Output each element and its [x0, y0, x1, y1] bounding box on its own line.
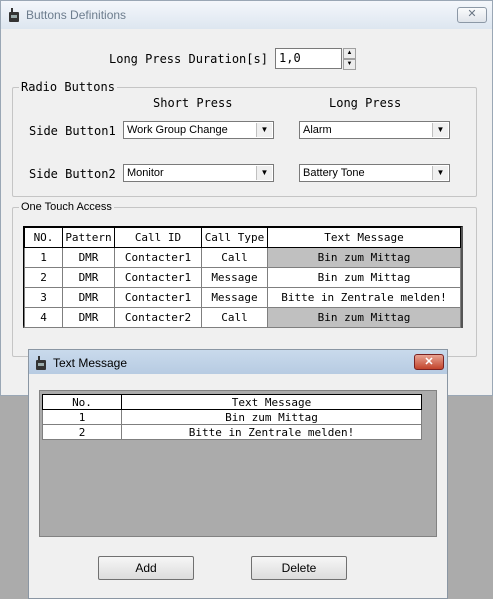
- table-row[interactable]: 1 Bin zum Mittag: [42, 409, 422, 425]
- buttons-definitions-window: Buttons Definitions ✕ Long Press Duratio…: [0, 0, 493, 396]
- column-header-call-id[interactable]: Call ID: [114, 227, 202, 248]
- side-button1-short-select[interactable]: Work Group Change ▼: [123, 121, 274, 139]
- side-button2-short-value: Monitor: [127, 167, 164, 179]
- row-text-message[interactable]: Bin zum Mittag: [267, 247, 461, 268]
- row-pattern[interactable]: DMR: [62, 307, 115, 328]
- row-text-message[interactable]: Bin zum Mittag: [121, 409, 422, 425]
- row-call-type[interactable]: Message: [201, 267, 268, 288]
- chevron-down-icon[interactable]: ▼: [432, 166, 448, 180]
- row-pattern[interactable]: DMR: [62, 287, 115, 308]
- table-row[interactable]: 4 DMR Contacter2 Call Bin zum Mittag: [24, 307, 461, 328]
- spin-down-button[interactable]: ▼: [343, 59, 356, 70]
- text-message-table: No. Text Message 1 Bin zum Mittag 2 Bitt…: [42, 394, 422, 440]
- long-press-header: Long Press: [329, 96, 402, 110]
- row-text-message[interactable]: Bitte in Zentrale melden!: [267, 287, 461, 308]
- long-press-duration-input[interactable]: 1,0: [275, 48, 342, 69]
- row-no[interactable]: 4: [24, 307, 63, 328]
- one-touch-access-group-title: One Touch Access: [19, 201, 114, 213]
- close-icon[interactable]: ✕: [457, 7, 487, 23]
- one-touch-table-frame: NO. Pattern Call ID Call Type Text Messa…: [23, 226, 463, 328]
- column-header-text-message[interactable]: Text Message: [121, 394, 422, 410]
- column-header-call-type[interactable]: Call Type: [201, 227, 268, 248]
- row-no[interactable]: 2: [24, 267, 63, 288]
- main-titlebar: Buttons Definitions ✕: [1, 1, 492, 29]
- row-no[interactable]: 2: [42, 424, 122, 440]
- table-header-row: No. Text Message: [42, 394, 422, 410]
- table-row[interactable]: 2 DMR Contacter1 Message Bin zum Mittag: [24, 267, 461, 288]
- side-button1-label: Side Button1: [29, 124, 116, 138]
- row-call-id[interactable]: Contacter1: [114, 267, 202, 288]
- row-call-type[interactable]: Call: [201, 247, 268, 268]
- side-button2-short-select[interactable]: Monitor ▼: [123, 164, 274, 182]
- window-title: Buttons Definitions: [26, 8, 127, 22]
- short-press-header: Short Press: [153, 96, 233, 110]
- one-touch-table: NO. Pattern Call ID Call Type Text Messa…: [24, 227, 461, 328]
- row-pattern[interactable]: DMR: [62, 267, 115, 288]
- radio-buttons-group-title: Radio Buttons: [19, 80, 117, 94]
- row-pattern[interactable]: DMR: [62, 247, 115, 268]
- close-icon[interactable]: ✕: [414, 354, 444, 370]
- side-button1-long-value: Alarm: [303, 124, 332, 136]
- dialog-titlebar: Text Message ✕: [29, 350, 447, 374]
- long-press-duration-label: Long Press Duration[s]: [109, 52, 268, 66]
- table-row[interactable]: 1 DMR Contacter1 Call Bin zum Mittag: [24, 247, 461, 268]
- radio-icon: [9, 8, 19, 22]
- radio-icon: [36, 356, 46, 370]
- row-call-type[interactable]: Call: [201, 307, 268, 328]
- dialog-title: Text Message: [53, 356, 128, 370]
- spin-up-button[interactable]: ▲: [343, 48, 356, 59]
- table-header-row: NO. Pattern Call ID Call Type Text Messa…: [24, 227, 461, 248]
- text-message-list: No. Text Message 1 Bin zum Mittag 2 Bitt…: [39, 390, 437, 537]
- row-call-type[interactable]: Message: [201, 287, 268, 308]
- row-call-id[interactable]: Contacter1: [114, 247, 202, 268]
- column-header-no[interactable]: No.: [42, 394, 122, 410]
- chevron-down-icon[interactable]: ▼: [432, 123, 448, 137]
- text-message-dialog: Text Message ✕ No. Text Message 1 Bin zu…: [28, 349, 448, 599]
- row-text-message[interactable]: Bin zum Mittag: [267, 267, 461, 288]
- row-call-id[interactable]: Contacter1: [114, 287, 202, 308]
- column-header-text-message[interactable]: Text Message: [267, 227, 461, 248]
- table-row[interactable]: 2 Bitte in Zentrale melden!: [42, 424, 422, 440]
- row-call-id[interactable]: Contacter2: [114, 307, 202, 328]
- add-button[interactable]: Add: [98, 556, 194, 580]
- delete-button[interactable]: Delete: [251, 556, 347, 580]
- side-button1-long-select[interactable]: Alarm ▼: [299, 121, 450, 139]
- column-header-pattern[interactable]: Pattern: [62, 227, 115, 248]
- side-button2-long-select[interactable]: Battery Tone ▼: [299, 164, 450, 182]
- row-text-message[interactable]: Bin zum Mittag: [267, 307, 461, 328]
- side-button2-label: Side Button2: [29, 167, 116, 181]
- side-button2-long-value: Battery Tone: [303, 167, 365, 179]
- row-no[interactable]: 1: [24, 247, 63, 268]
- chevron-down-icon[interactable]: ▼: [256, 166, 272, 180]
- column-header-no[interactable]: NO.: [24, 227, 63, 248]
- side-button1-short-value: Work Group Change: [127, 124, 228, 136]
- row-text-message[interactable]: Bitte in Zentrale melden!: [121, 424, 422, 440]
- row-no[interactable]: 1: [42, 409, 122, 425]
- table-row[interactable]: 3 DMR Contacter1 Message Bitte in Zentra…: [24, 287, 461, 308]
- chevron-down-icon[interactable]: ▼: [256, 123, 272, 137]
- row-no[interactable]: 3: [24, 287, 63, 308]
